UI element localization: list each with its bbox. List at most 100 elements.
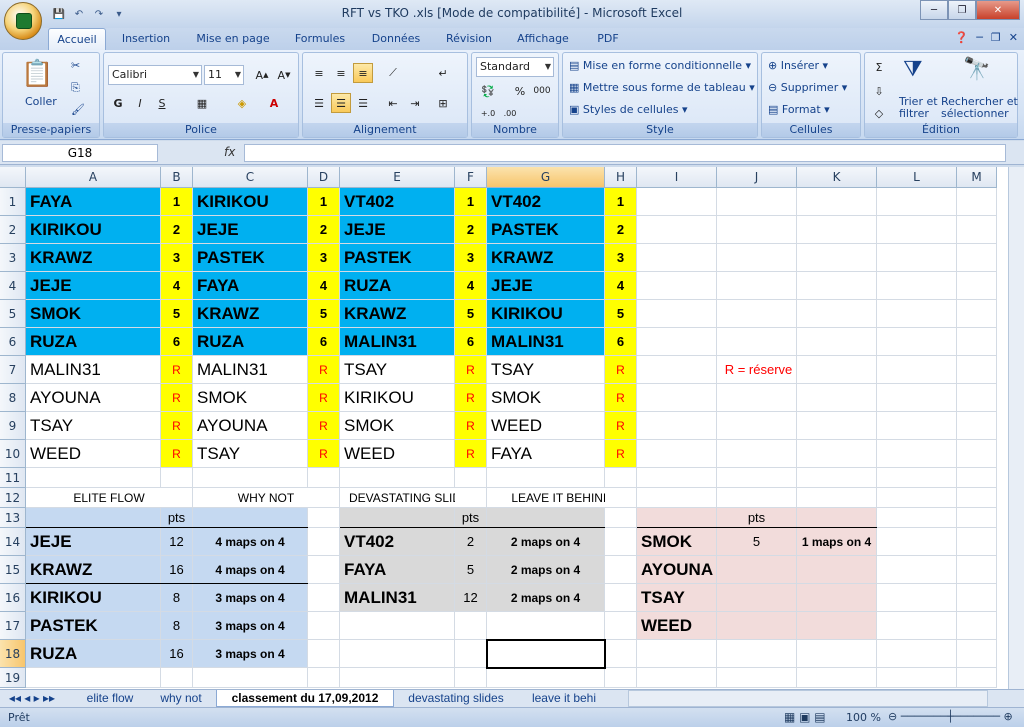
cell-m8[interactable]	[957, 384, 997, 412]
cell-h6[interactable]: 6	[605, 328, 637, 356]
cell-d9[interactable]: R	[308, 412, 340, 440]
cell-i8[interactable]	[637, 384, 717, 412]
cell-m4[interactable]	[957, 272, 997, 300]
cell-c17[interactable]: 3 maps on 4	[193, 612, 308, 640]
cell-c14[interactable]: 4 maps on 4	[193, 528, 308, 556]
cell-h19[interactable]	[605, 668, 637, 688]
cell-k18[interactable]	[797, 640, 877, 668]
cell-c8[interactable]: SMOK	[193, 384, 308, 412]
cell-b4[interactable]: 4	[161, 272, 193, 300]
cell-i10[interactable]	[637, 440, 717, 468]
cell-c10[interactable]: TSAY	[193, 440, 308, 468]
cell-l2[interactable]	[877, 216, 957, 244]
zoom-level[interactable]: 100 %	[846, 711, 881, 724]
tab-formules[interactable]: Formules	[285, 28, 355, 50]
paste-button[interactable]: Coller	[25, 95, 57, 108]
tab-mise-en-page[interactable]: Mise en page	[190, 28, 276, 50]
cell-c3[interactable]: PASTEK	[193, 244, 308, 272]
cell-h14[interactable]	[605, 528, 637, 556]
cell-a19[interactable]	[26, 668, 161, 688]
column-header[interactable]: L	[877, 167, 957, 188]
tab-revision[interactable]: Révision	[437, 28, 501, 50]
cell-e5[interactable]: KRAWZ	[340, 300, 455, 328]
cell-i11[interactable]	[637, 468, 717, 488]
cell-k7[interactable]	[797, 356, 877, 384]
cell-m12[interactable]	[957, 488, 997, 508]
cell-d3[interactable]: 3	[308, 244, 340, 272]
cell-b16[interactable]: 8	[161, 584, 193, 612]
cell-b5[interactable]: 5	[161, 300, 193, 328]
cell-f11[interactable]	[455, 468, 487, 488]
cell-k12[interactable]	[797, 488, 877, 508]
cell-a18[interactable]: RUZA	[26, 640, 161, 668]
number-format-select[interactable]: Standard ▼	[476, 57, 554, 77]
cell-a14[interactable]: JEJE	[26, 528, 161, 556]
cell-m19[interactable]	[957, 668, 997, 688]
cell-e18[interactable]	[340, 640, 455, 668]
row-header[interactable]: 2	[0, 216, 26, 244]
shrink-font-icon[interactable]: A ▼	[274, 65, 294, 85]
cell-f15[interactable]: 5	[455, 556, 487, 584]
row-header[interactable]: 19	[0, 668, 26, 688]
cell-f10[interactable]: R	[455, 440, 487, 468]
cell-f17[interactable]	[455, 612, 487, 640]
cell-a8[interactable]: AYOUNA	[26, 384, 161, 412]
row-header[interactable]: 4	[0, 272, 26, 300]
cell-h10[interactable]: R	[605, 440, 637, 468]
column-header[interactable]: K	[797, 167, 877, 188]
cell-b17[interactable]: 8	[161, 612, 193, 640]
cell-d7[interactable]: R	[308, 356, 340, 384]
cell-b2[interactable]: 2	[161, 216, 193, 244]
cell-d1[interactable]: 1	[308, 188, 340, 216]
cell-d5[interactable]: 5	[308, 300, 340, 328]
cell-d10[interactable]: R	[308, 440, 340, 468]
cell-c9[interactable]: AYOUNA	[193, 412, 308, 440]
vertical-scrollbar[interactable]	[1008, 167, 1024, 689]
bold-button[interactable]: G	[108, 93, 128, 113]
cell-g9[interactable]: WEED	[487, 412, 605, 440]
cell-e17[interactable]	[340, 612, 455, 640]
cell-m13[interactable]	[957, 508, 997, 528]
cell-f6[interactable]: 6	[455, 328, 487, 356]
cell-c6[interactable]: RUZA	[193, 328, 308, 356]
cell-e13[interactable]	[340, 508, 455, 528]
cell-k13[interactable]	[797, 508, 877, 528]
row-header[interactable]: 15	[0, 556, 26, 584]
cut-icon[interactable]: ✂	[71, 59, 80, 72]
cell-f5[interactable]: 5	[455, 300, 487, 328]
currency-icon[interactable]: 💱	[478, 81, 498, 101]
cell-l11[interactable]	[877, 468, 957, 488]
row-header[interactable]: 13	[0, 508, 26, 528]
row-header[interactable]: 6	[0, 328, 26, 356]
cell-e11[interactable]	[340, 468, 455, 488]
insert-cells-button[interactable]: ⊕ Insérer ▾	[768, 59, 828, 72]
cell-k15[interactable]	[797, 556, 877, 584]
cell-k11[interactable]	[797, 468, 877, 488]
cell-l8[interactable]	[877, 384, 957, 412]
cell-j2[interactable]	[717, 216, 797, 244]
cell-g3[interactable]: KRAWZ	[487, 244, 605, 272]
cell-j15[interactable]	[717, 556, 797, 584]
cell-d12[interactable]	[308, 488, 340, 508]
cell-b1[interactable]: 1	[161, 188, 193, 216]
cell-e1[interactable]: VT402	[340, 188, 455, 216]
cell-h15[interactable]	[605, 556, 637, 584]
cell-h9[interactable]: R	[605, 412, 637, 440]
cell-m11[interactable]	[957, 468, 997, 488]
sheet-tab[interactable]: why not	[150, 690, 212, 707]
cell-l4[interactable]	[877, 272, 957, 300]
cell-g5[interactable]: KIRIKOU	[487, 300, 605, 328]
cell-e3[interactable]: PASTEK	[340, 244, 455, 272]
cell-k1[interactable]	[797, 188, 877, 216]
cell-h13[interactable]	[605, 508, 637, 528]
cell-a9[interactable]: TSAY	[26, 412, 161, 440]
tab-insertion[interactable]: Insertion	[112, 28, 180, 50]
cell-a17[interactable]: PASTEK	[26, 612, 161, 640]
sheet-nav-arrows[interactable]: ◂◂ ◂ ▸ ▸▸	[4, 690, 60, 707]
cell-d19[interactable]	[308, 668, 340, 688]
cell-l5[interactable]	[877, 300, 957, 328]
align-middle-icon[interactable]: ≡	[331, 63, 351, 83]
row-header[interactable]: 12	[0, 488, 26, 508]
cell-e14[interactable]: VT402	[340, 528, 455, 556]
cell-h17[interactable]	[605, 612, 637, 640]
